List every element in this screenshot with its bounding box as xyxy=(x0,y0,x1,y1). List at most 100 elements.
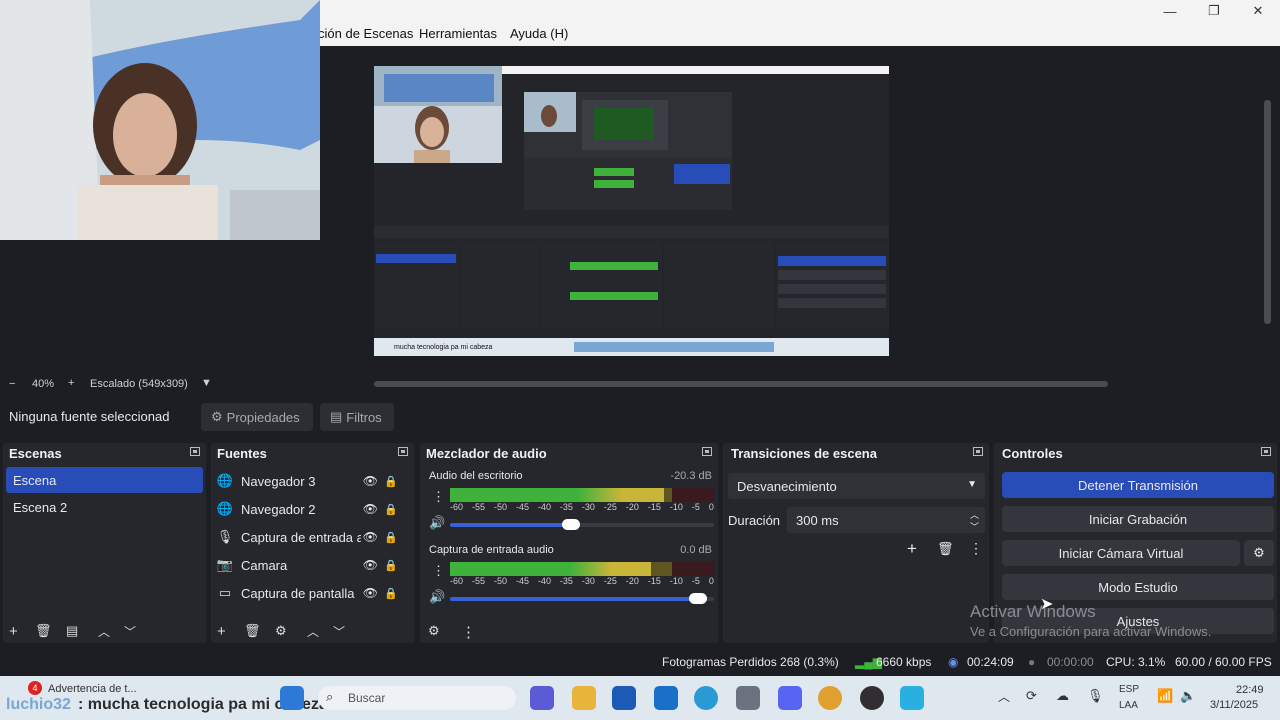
lock-icon[interactable]: 🔒 xyxy=(384,531,398,544)
virtual-camera-settings-button[interactable]: ⚙ xyxy=(1244,540,1274,566)
advanced-audio-icon[interactable]: ⚙ xyxy=(428,623,440,639)
trash-icon[interactable]: 🗑 xyxy=(937,541,954,557)
scene-item[interactable]: Escena xyxy=(6,467,203,493)
controls-title: Controles xyxy=(1002,446,1063,461)
start-icon[interactable] xyxy=(280,686,304,710)
transition-select[interactable]: Desvanecimiento ▼ xyxy=(728,473,985,499)
eye-icon[interactable]: 👁 xyxy=(363,530,378,544)
kebab-menu-icon[interactable]: ⋮ xyxy=(461,623,476,641)
meter-tick-label: -10 xyxy=(669,576,683,586)
mouse-cursor-icon: ➤ xyxy=(1040,596,1054,613)
edge-icon[interactable] xyxy=(694,686,718,710)
meter-tick-label: -30 xyxy=(581,576,595,586)
lock-icon[interactable]: 🔒 xyxy=(384,559,398,572)
sync-icon[interactable]: ⟳ xyxy=(1026,688,1037,704)
minimize-button[interactable]: — xyxy=(1148,0,1192,22)
stepper-down-icon[interactable]: ﹀ xyxy=(970,520,979,533)
notification-text[interactable]: Advertencia de t... xyxy=(48,683,137,695)
chevron-down-icon[interactable]: ﹀ xyxy=(333,623,345,640)
start-recording-button[interactable]: Iniciar Grabación xyxy=(1002,506,1274,532)
program-preview[interactable]: mucha tecnologia pa mi cabeza xyxy=(374,66,889,356)
copilot-icon[interactable] xyxy=(530,686,554,710)
preview-horizontal-scrollbar[interactable] xyxy=(374,381,1108,387)
cloud-icon[interactable]: ☁ xyxy=(1056,688,1069,704)
chevron-up-icon[interactable]: ︿ xyxy=(307,623,319,640)
undock-icon[interactable] xyxy=(1261,447,1271,456)
lock-icon[interactable]: 🔒 xyxy=(384,587,398,600)
level-meter xyxy=(450,488,714,502)
kebab-menu-icon[interactable]: ⋮ xyxy=(432,563,445,579)
add-icon[interactable]: + xyxy=(907,539,917,559)
filters-button[interactable]: ▤ Filtros xyxy=(320,403,394,431)
menu-tools[interactable]: Herramientas xyxy=(419,26,497,41)
microphone-tray-icon[interactable]: 🎙 xyxy=(1087,688,1104,704)
eye-icon[interactable]: 👁 xyxy=(363,586,378,600)
chevron-down-icon[interactable]: ﹀ xyxy=(124,623,136,640)
menu-help[interactable]: Ayuda (H) xyxy=(510,26,568,41)
wifi-icon[interactable]: 📶 xyxy=(1157,688,1173,704)
scene-item[interactable]: Escena 2 xyxy=(6,494,203,520)
close-button[interactable]: ✕ xyxy=(1236,0,1280,22)
app-f-icon[interactable] xyxy=(900,686,924,710)
volume-icon[interactable]: 🔈 xyxy=(1180,688,1196,704)
duration-input[interactable]: 300 ms ︿ ﹀ xyxy=(787,507,985,533)
eye-icon[interactable]: 👁 xyxy=(363,502,378,516)
lock-icon[interactable]: 🔒 xyxy=(384,475,398,488)
eye-icon[interactable]: 👁 xyxy=(363,474,378,488)
zoom-in-button[interactable]: + xyxy=(68,377,74,389)
meter-tick-label: -40 xyxy=(537,576,551,586)
eye-icon[interactable]: 👁 xyxy=(363,558,378,572)
store-icon[interactable] xyxy=(612,686,636,710)
source-item[interactable]: 🌐 Navegador 3 👁 🔒 xyxy=(215,468,408,494)
properties-button[interactable]: ⚙ Propiedades xyxy=(201,403,313,431)
menu-scene-collection[interactable]: ción de Escenas xyxy=(318,26,413,41)
settings-app-icon[interactable] xyxy=(736,686,760,710)
undock-icon[interactable] xyxy=(398,447,408,456)
scale-dropdown-icon[interactable]: ▼ xyxy=(201,377,212,389)
source-item[interactable]: 🎙 Captura de entrada a 👁 🔒 xyxy=(215,524,408,550)
meter-tick-label: -60 xyxy=(450,576,464,586)
undock-icon[interactable] xyxy=(973,447,983,456)
meter-tick-label: -25 xyxy=(603,502,617,512)
volume-slider[interactable] xyxy=(450,593,714,604)
meter-tick-label: -10 xyxy=(669,502,683,512)
add-icon[interactable]: + xyxy=(217,623,226,640)
chevron-up-icon[interactable]: ︿ xyxy=(98,623,110,640)
source-toolbar: Ninguna fuente seleccionad xyxy=(0,398,1280,436)
kebab-menu-icon[interactable]: ⋮ xyxy=(432,489,445,505)
preview-vertical-scrollbar[interactable] xyxy=(1264,100,1271,324)
stop-stream-button[interactable]: Detener Transmisión xyxy=(1002,472,1274,498)
obs-icon[interactable] xyxy=(860,686,884,710)
zoom-out-button[interactable]: − xyxy=(9,378,15,390)
trash-icon[interactable]: 🗑 xyxy=(35,623,52,639)
chrome-icon[interactable] xyxy=(818,686,842,710)
kebab-menu-icon[interactable]: ⋮ xyxy=(969,540,983,557)
volume-slider[interactable] xyxy=(450,519,714,530)
source-item[interactable]: 🌐 Navegador 2 👁 🔒 xyxy=(215,496,408,522)
audio-mixer-dock: Mezclador de audio Audio del escritorio … xyxy=(420,443,718,643)
globe-icon: 🌐 xyxy=(216,473,234,488)
language-indicator[interactable]: ESP xyxy=(1119,684,1139,695)
clock-time[interactable]: 22:49 xyxy=(1236,684,1264,696)
speaker-icon[interactable]: 🔊 xyxy=(429,589,445,605)
start-virtual-camera-button[interactable]: Iniciar Cámara Virtual xyxy=(1002,540,1240,566)
meter-tick-label: -60 xyxy=(450,502,464,512)
discord-icon[interactable] xyxy=(778,686,802,710)
file-explorer-icon[interactable] xyxy=(572,686,596,710)
tray-chevron-icon[interactable]: ︿ xyxy=(998,688,1010,705)
restore-button[interactable]: ❐ xyxy=(1192,0,1236,22)
gear-icon[interactable]: ⚙ xyxy=(275,623,287,639)
trash-icon[interactable]: 🗑 xyxy=(244,623,261,639)
undock-icon[interactable] xyxy=(190,447,200,456)
filter-icon[interactable]: ▤ xyxy=(66,623,78,639)
meter-tick-label: -15 xyxy=(647,576,661,586)
meter-tick-label: -20 xyxy=(625,502,639,512)
source-item[interactable]: 📷 Camara 👁 🔒 xyxy=(215,552,408,578)
outlook-icon[interactable] xyxy=(654,686,678,710)
undock-icon[interactable] xyxy=(702,447,712,456)
add-icon[interactable]: + xyxy=(9,623,18,640)
source-item[interactable]: ▭ Captura de pantalla 👁 🔒 xyxy=(215,580,408,606)
taskbar-search[interactable]: ⌕ Buscar xyxy=(318,686,516,710)
speaker-icon[interactable]: 🔊 xyxy=(429,515,445,531)
lock-icon[interactable]: 🔒 xyxy=(384,503,398,516)
